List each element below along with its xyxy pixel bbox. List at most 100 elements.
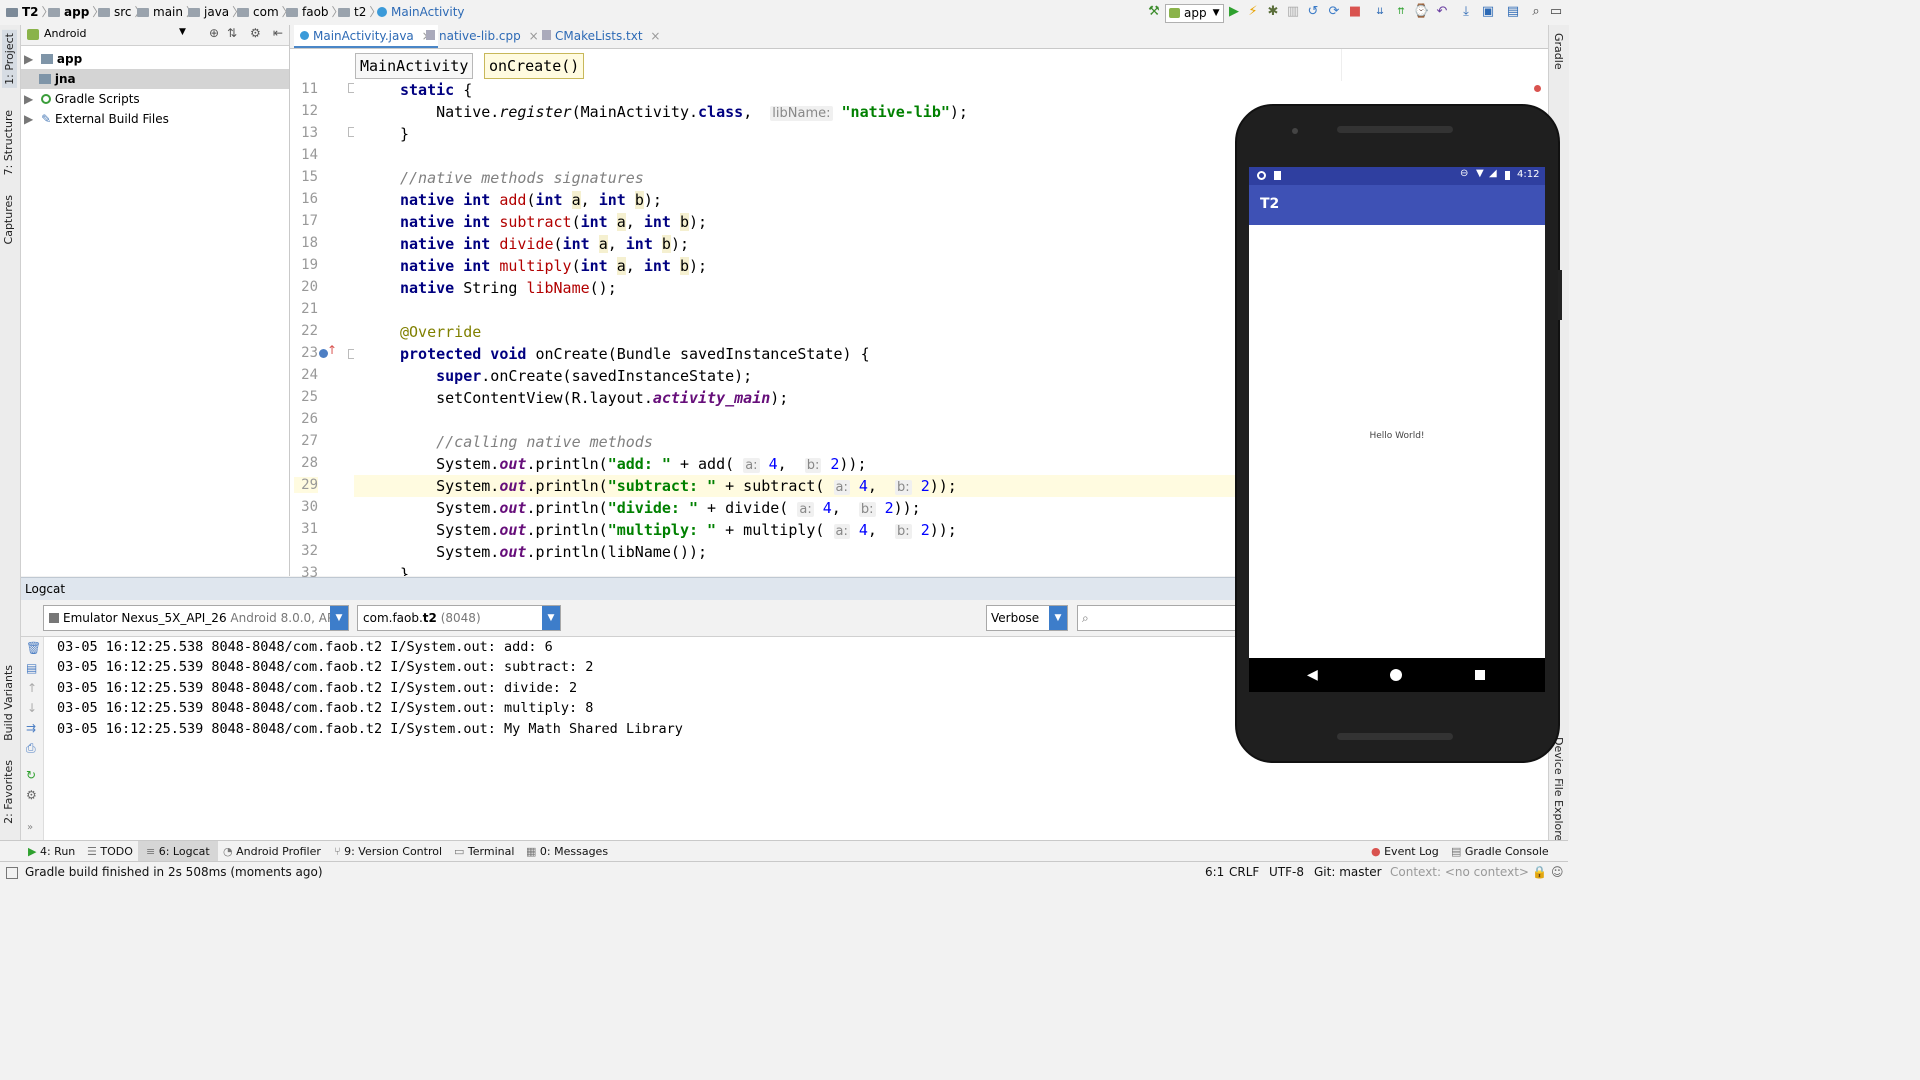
folder-icon <box>286 8 298 17</box>
breadcrumb-mainactivity[interactable]: MainActivity <box>377 4 465 21</box>
tool-tab-terminal[interactable]: ▭ Terminal <box>454 841 514 862</box>
emulator-screen[interactable]: Hello World! <box>1249 167 1545 692</box>
hammer-icon[interactable]: ⚒ <box>1146 4 1162 20</box>
vcs-commit-icon[interactable]: ⇈ <box>1393 4 1409 20</box>
more-icon[interactable]: » <box>27 822 33 833</box>
log-search-input[interactable]: ⌕ <box>1077 605 1239 631</box>
code-line: System.out.println("add: " + add( a: 4, … <box>400 455 867 473</box>
tool-tab-logcat[interactable]: ≡ 6: Logcat <box>138 841 218 862</box>
tool-tab-version-control[interactable]: ⑂ 9: Version Control <box>334 841 442 862</box>
tool-tab-structure[interactable]: 7: Structure <box>2 110 15 175</box>
hide-icon[interactable]: ⇤ <box>273 26 283 40</box>
scroll-end-icon[interactable]: ▤ <box>26 661 37 675</box>
breadcrumb-class[interactable]: MainActivity <box>355 53 474 79</box>
status-message[interactable]: Gradle build finished in 2s 508ms (momen… <box>25 862 323 883</box>
attach-debugger-icon[interactable]: ↺ <box>1305 4 1321 20</box>
trash-icon[interactable]: 🗑 <box>26 641 41 655</box>
breadcrumb-app[interactable]: app〉 <box>48 4 104 21</box>
search-icon[interactable]: ⌕ <box>1528 4 1544 20</box>
expand-icon[interactable]: ▶ <box>24 52 33 66</box>
breadcrumb-method[interactable]: onCreate() <box>484 53 585 79</box>
layout-icon[interactable]: ▭ <box>1548 4 1564 20</box>
tree-item-external-build-files[interactable]: ▶ ✎ External Build Files <box>21 109 289 129</box>
print-icon[interactable]: ⎙ <box>26 741 36 756</box>
tab-cmakelists-txt[interactable]: CMakeLists.txt × <box>536 25 666 48</box>
event-log-icon: ● <box>1371 845 1381 858</box>
arrow-down-icon[interactable]: ↓ <box>27 701 37 715</box>
restart-icon[interactable]: ↻ <box>26 768 36 782</box>
tab-native-lib-cpp[interactable]: native-lib.cpp × <box>420 25 545 48</box>
tool-tab-run[interactable]: ▶ 4: Run <box>28 841 75 862</box>
project-structure-icon[interactable]: ▤ <box>1505 4 1521 20</box>
breadcrumb-t2[interactable]: t2 〉 <box>338 4 381 21</box>
expand-icon[interactable]: ▶ <box>24 92 33 106</box>
tool-tab-event-log[interactable]: ● Event Log <box>1371 841 1439 862</box>
context-indicator[interactable]: Context: <no context> <box>1390 862 1529 883</box>
power-button[interactable] <box>1558 270 1562 320</box>
class-icon <box>300 31 309 40</box>
tool-tab-build-variants[interactable]: Build Variants <box>2 665 15 741</box>
stop-icon[interactable]: ■ <box>1347 4 1363 20</box>
tool-tab-android-profiler[interactable]: ◔ Android Profiler <box>223 841 321 862</box>
tool-tab-gradle[interactable]: Gradle <box>1552 33 1565 70</box>
breadcrumb-java[interactable]: java〉 <box>188 4 244 21</box>
revert-icon[interactable]: ↶ <box>1434 4 1450 20</box>
locate-icon[interactable]: ⊕ <box>209 26 219 40</box>
home-icon[interactable] <box>1390 669 1402 681</box>
chevron-down-icon[interactable]: ▼ <box>179 27 186 37</box>
tool-tab-gradle-console[interactable]: ▤ Gradle Console <box>1451 841 1549 862</box>
line-number: 19 <box>301 257 318 273</box>
face-icon[interactable]: ☺ <box>1551 865 1564 879</box>
apply-changes-icon[interactable]: ⚡ <box>1245 4 1261 20</box>
close-icon[interactable]: × <box>650 29 660 43</box>
sdk-manager-icon[interactable]: ⤓ <box>1458 4 1474 20</box>
view-mode-select[interactable]: Android <box>44 27 87 40</box>
caret-position[interactable]: 6:1 <box>1205 862 1224 883</box>
tool-window-toggle-icon[interactable] <box>6 867 18 879</box>
tool-tab-captures[interactable]: Captures <box>2 195 15 244</box>
sync-icon[interactable]: ⟳ <box>1326 4 1342 20</box>
vcs-update-icon[interactable]: ⇊ <box>1372 4 1388 20</box>
device-select[interactable]: Emulator Nexus_5X_API_26 Android 8.0.0, … <box>43 605 349 631</box>
notification-icon <box>1257 171 1266 180</box>
tree-item-app[interactable]: ▶ app <box>21 49 289 69</box>
tool-tab-messages[interactable]: ▦ 0: Messages <box>526 841 608 862</box>
line-separator[interactable]: CRLF <box>1229 862 1259 883</box>
arrow-up-icon[interactable]: ↑ <box>27 681 37 695</box>
folder-icon <box>188 8 200 17</box>
line-number: 24 <box>301 367 318 383</box>
expand-icon[interactable]: ▶ <box>24 112 33 126</box>
tool-tab-device-file-explorer[interactable]: Device File Explorer <box>1552 737 1565 846</box>
process-select[interactable]: com.faob.t2 (8048) ▼ <box>357 605 561 631</box>
back-icon[interactable]: ◀ <box>1307 667 1318 683</box>
tab-mainactivity-java[interactable]: MainActivity.java × <box>294 25 438 48</box>
gear-icon[interactable]: ⚙ <box>250 26 261 40</box>
profile-icon[interactable]: ▥ <box>1285 4 1301 20</box>
soft-wrap-icon[interactable]: ⇉ <box>26 721 36 735</box>
tool-tab-favorites[interactable]: 2: Favorites <box>2 760 15 824</box>
debug-icon[interactable]: ✱ <box>1265 4 1281 20</box>
tree-item-jna[interactable]: jna <box>21 69 289 89</box>
file-icon <box>542 30 551 40</box>
tool-tab-todo[interactable]: ☰ TODO <box>87 841 133 862</box>
tool-tab-project[interactable]: 1: Project <box>2 30 17 88</box>
collapse-icon[interactable]: ⇅ <box>227 26 237 40</box>
git-branch[interactable]: Git: master <box>1314 862 1382 883</box>
gear-icon[interactable]: ⚙ <box>26 788 37 802</box>
breadcrumb-faob[interactable]: faob〉 <box>286 4 344 21</box>
tree-item-gradle-scripts[interactable]: ▶ Gradle Scripts <box>21 89 289 109</box>
run-config-select[interactable]: app ▼ <box>1165 4 1224 23</box>
lock-icon[interactable]: 🔒 <box>1532 865 1547 879</box>
log-level-select[interactable]: Verbose ▼ <box>986 605 1068 631</box>
recents-icon[interactable] <box>1475 670 1485 680</box>
line-number: 18 <box>301 235 318 251</box>
code-line: } <box>400 565 410 576</box>
vcs-history-icon[interactable]: ⌚ <box>1413 4 1429 20</box>
logcat-title: Logcat <box>25 582 66 596</box>
file-encoding[interactable]: UTF-8 <box>1269 862 1304 883</box>
avd-manager-icon[interactable]: ▣ <box>1480 4 1496 20</box>
run-icon[interactable]: ▶ <box>1226 4 1242 20</box>
breadcrumb-project[interactable]: T2〉 <box>6 4 54 21</box>
error-indicator-icon[interactable] <box>1534 85 1541 92</box>
code-line: System.out.println("divide: " + divide( … <box>400 499 921 517</box>
